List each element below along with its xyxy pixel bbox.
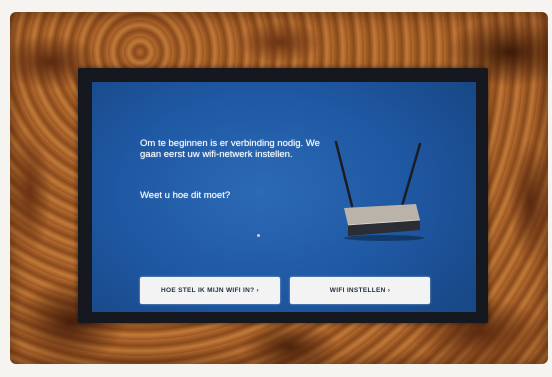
setup-question: Weet u hoe dit moet? bbox=[140, 190, 231, 201]
setup-wifi-button[interactable]: WIFI INSTELLEN › bbox=[290, 277, 430, 304]
wifi-router-icon bbox=[320, 124, 430, 244]
setup-screen: Om te beginnen is er verbinding nodig. W… bbox=[92, 82, 476, 312]
how-to-setup-wifi-button[interactable]: HOE STEL IK MIJN WIFI IN? › bbox=[140, 277, 280, 304]
screen-glare-dot bbox=[257, 234, 260, 237]
setup-message: Om te beginnen is er verbinding nodig. W… bbox=[140, 138, 320, 160]
